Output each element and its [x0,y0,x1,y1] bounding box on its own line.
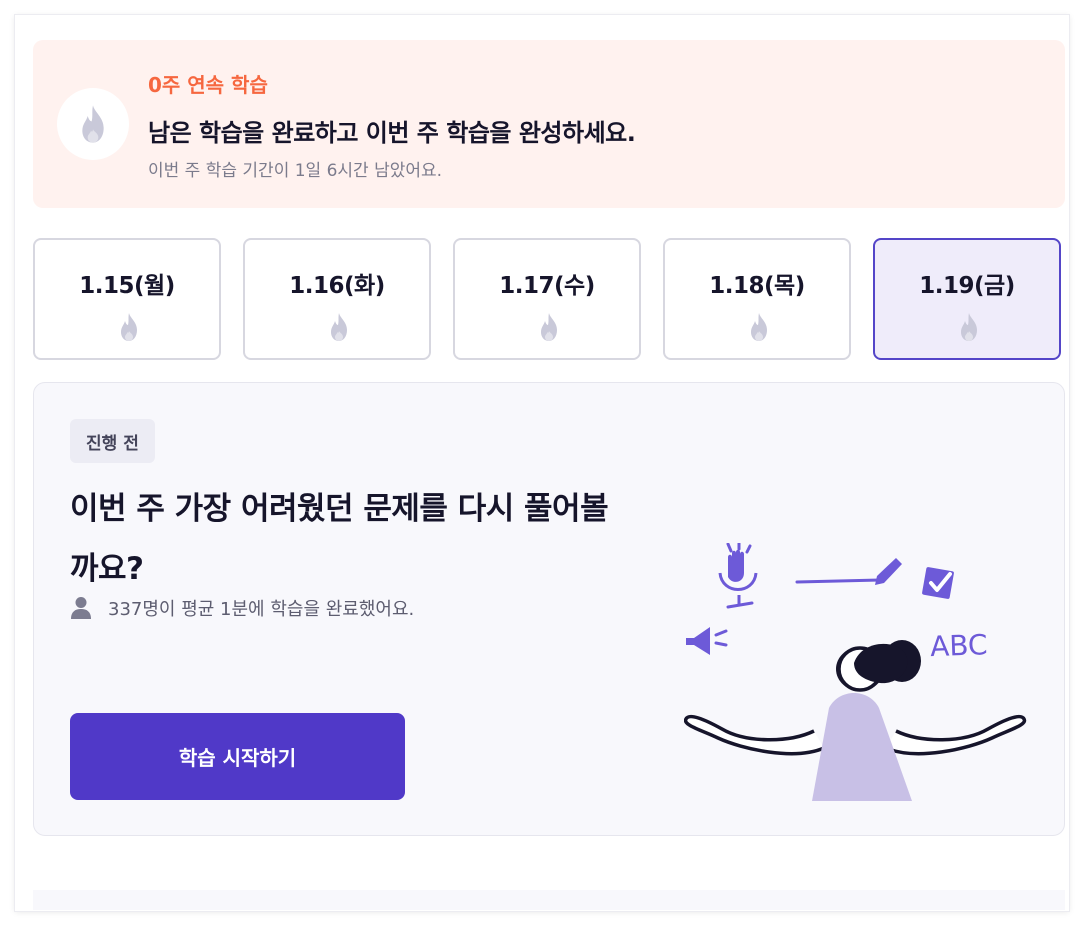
flame-icon [121,313,137,341]
day-label: 1.18(목) [709,273,805,299]
person-icon [71,597,91,619]
checkbox-icon [922,567,954,599]
day-label: 1.16(화) [289,273,385,299]
day-selector: 1.15(월) 1.16(화) 1.17(수) 1.18(목) 1.19(금) [33,238,1065,364]
banner-subtitle: 이번 주 학습 기간이 1일 6시간 남았어요. [148,161,443,181]
pencil-icon [795,558,902,585]
lesson-title: 이번 주 가장 어려웠던 문제를 다시 풀어볼까요? [70,491,609,587]
flame-icon [541,313,557,341]
participants-info: 337명이 평균 1분에 학습을 완료했어요. [70,595,414,621]
day-label: 1.19(금) [919,273,1015,299]
day-card-tue[interactable]: 1.16(화) [243,238,431,360]
streak-count: 0주 연속 학습 [148,73,268,97]
megaphone-icon [686,627,728,655]
day-label: 1.15(월) [79,273,175,299]
day-card-mon[interactable]: 1.15(월) [33,238,221,360]
day-label: 1.17(수) [499,273,595,299]
learning-illustration: ABC [684,543,1027,801]
abc-text: ABC [930,628,989,663]
content-frame: 0주 연속 학습 남은 학습을 완료하고 이번 주 학습을 완성하세요. 이번 … [15,15,1069,911]
flame-icon [961,313,977,341]
day-card-fri[interactable]: 1.19(금) [873,238,1061,360]
participants-text: 337명이 평균 1분에 학습을 완료했어요. [108,599,415,620]
lesson-card: 진행 전 이번 주 가장 어려웠던 문제를 다시 풀어볼까요? 337명이 평균… [33,382,1065,836]
footer-divider [33,890,1065,910]
day-card-wed[interactable]: 1.17(수) [453,238,641,360]
microphone-icon [718,543,758,609]
banner-title: 남은 학습을 완료하고 이번 주 학습을 완성하세요. [148,119,636,147]
flame-icon [331,313,347,341]
start-learning-button[interactable]: 학습 시작하기 [70,713,405,800]
day-card-thu[interactable]: 1.18(목) [663,238,851,360]
streak-banner: 0주 연속 학습 남은 학습을 완료하고 이번 주 학습을 완성하세요. 이번 … [33,40,1065,208]
flame-icon [82,105,104,143]
status-badge: 진행 전 [70,419,155,463]
flame-icon [751,313,767,341]
flame-icon-circle [57,88,129,160]
